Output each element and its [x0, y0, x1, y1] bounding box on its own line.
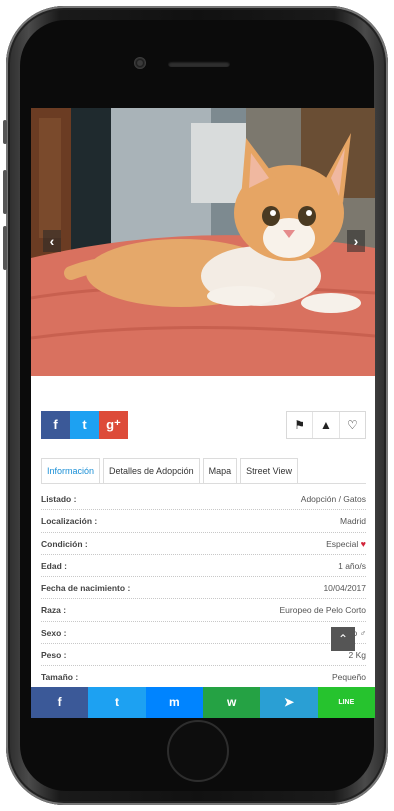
home-button[interactable]	[167, 720, 229, 782]
info-value: Madrid	[340, 516, 366, 527]
share-twitter-button[interactable]: t	[70, 411, 99, 439]
warning-icon[interactable]: ▲	[313, 412, 340, 438]
broken-heart-icon: ♥	[360, 538, 366, 549]
info-value: Adopción / Gatos	[300, 494, 366, 504]
info-key: Raza :	[41, 605, 67, 616]
share-googleplus-button[interactable]: g⁺	[99, 411, 128, 439]
info-row-edad: Edad : 1 año/s	[41, 555, 366, 578]
info-row-fecha-nacimiento: Fecha de nacimiento : 10/04/2017	[41, 577, 366, 600]
info-value: Especial	[326, 538, 359, 549]
info-row-tamano: Tamaño : Pequeño	[41, 666, 366, 689]
info-value: 10/04/2017	[323, 583, 366, 594]
info-list: Listado : Adopción / Gatos Localización …	[41, 488, 366, 689]
tab-informacion[interactable]: Información	[41, 458, 101, 484]
info-row-sexo: Sexo : Macho ♂	[41, 622, 366, 645]
info-row-listado: Listado : Adopción / Gatos	[41, 488, 366, 511]
bottom-share-telegram[interactable]: ➤	[260, 687, 318, 718]
side-button-volume-down	[3, 226, 7, 270]
info-row-condicion: Condición : Especial ♥	[41, 533, 366, 555]
info-row-localizacion: Localización : Madrid	[41, 510, 366, 533]
screen: ‹ › f t g⁺ ⚑ ▲ ♡ Información Detalles de…	[31, 108, 375, 718]
bottom-share-line[interactable]: LINE	[317, 687, 375, 718]
info-value: 1 año/s	[338, 560, 366, 571]
tab-detalles-adopcion[interactable]: Detalles de Adopción	[103, 458, 200, 484]
info-key: Edad :	[41, 560, 67, 571]
bottom-share-twitter[interactable]: t	[88, 687, 146, 718]
heart-icon[interactable]: ♡	[340, 412, 365, 438]
info-value-with-icon: Especial ♥	[326, 533, 366, 555]
info-value: Pequeño	[331, 672, 366, 683]
bottom-share-facebook[interactable]: f	[31, 687, 89, 718]
flag-icon[interactable]: ⚑	[287, 412, 314, 438]
earpiece-speaker	[168, 61, 230, 67]
bottom-share-whatsapp[interactable]: w	[202, 687, 261, 718]
bottom-share-messenger[interactable]: m	[145, 687, 203, 718]
tab-divider	[41, 483, 366, 484]
info-key: Listado :	[41, 494, 77, 504]
detail-tabs: Información Detalles de Adopción Mapa St…	[41, 458, 301, 484]
info-key: Fecha de nacimiento :	[41, 583, 131, 594]
scroll-to-top-button[interactable]: ⌃	[331, 627, 355, 651]
info-key: Sexo :	[41, 627, 67, 638]
info-key: Tamaño :	[41, 672, 79, 683]
bottom-share-bar: f t m w ➤ LINE	[31, 687, 375, 718]
chevron-up-icon: ⌃	[337, 632, 349, 646]
share-facebook-button[interactable]: f	[41, 411, 70, 439]
side-button-volume-up	[3, 170, 7, 214]
info-key: Localización :	[41, 516, 98, 527]
tab-mapa[interactable]: Mapa	[202, 458, 238, 484]
side-button-mute	[3, 120, 7, 144]
kitten-image	[31, 108, 375, 376]
gallery-next-button[interactable]: ›	[347, 230, 365, 252]
front-camera	[134, 57, 146, 69]
info-key: Peso :	[41, 650, 67, 661]
info-row-raza: Raza : Europeo de Pelo Corto	[41, 599, 366, 622]
pet-photo: ‹ ›	[31, 108, 375, 376]
info-key: Condición :	[41, 538, 88, 549]
info-value: Europeo de Pelo Corto	[279, 605, 366, 616]
share-toolbar: f t g⁺ ⚑ ▲ ♡	[41, 411, 366, 439]
tab-street-view[interactable]: Street View	[240, 458, 298, 484]
action-buttons: ⚑ ▲ ♡	[286, 411, 366, 439]
info-row-peso: Peso : 2 Kg	[41, 644, 366, 667]
gallery-prev-button[interactable]: ‹	[43, 230, 61, 252]
